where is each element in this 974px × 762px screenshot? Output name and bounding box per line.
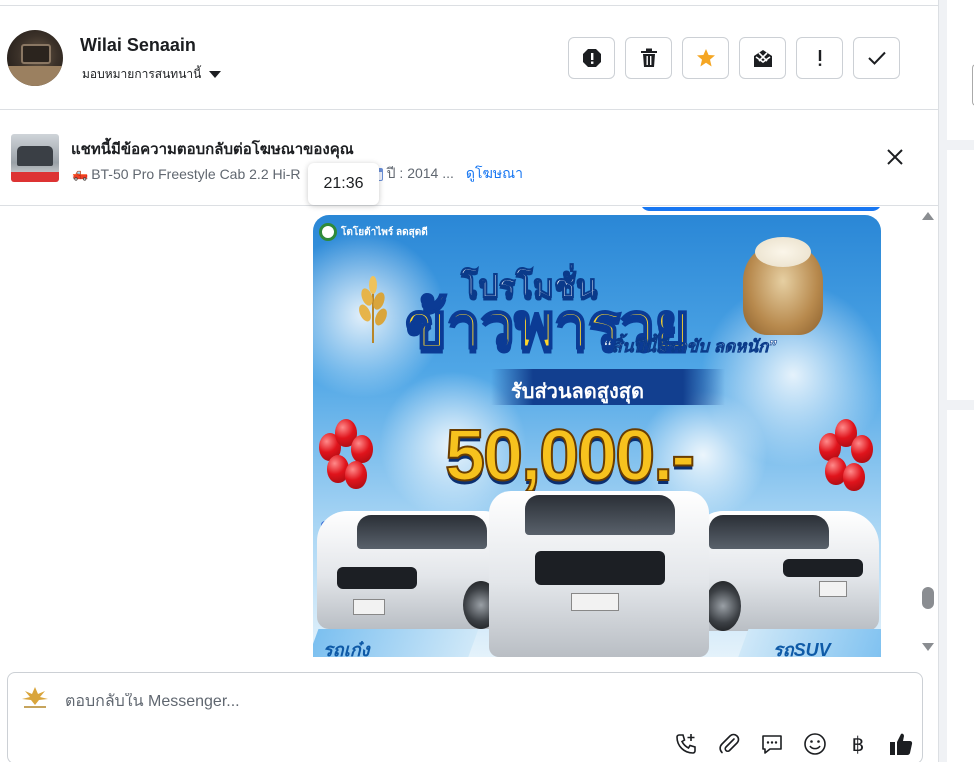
- thumbs-up-icon: [890, 733, 913, 755]
- star-icon: [696, 49, 715, 67]
- scroll-down-arrow[interactable]: [922, 643, 934, 651]
- composer-actions: ฿: [672, 730, 915, 758]
- spam-button[interactable]: [568, 37, 615, 79]
- reply-input[interactable]: [65, 693, 665, 711]
- assign-conversation-dropdown[interactable]: มอบหมายการสนทนานี้: [82, 65, 222, 84]
- envelope-x-icon: [753, 50, 772, 67]
- contact-info-card: [947, 0, 974, 140]
- inbox-app: Wilai Senaain มอบหมายการสนทนานี้ แชทนี้ม…: [0, 0, 974, 762]
- alert-octagon-icon: [582, 49, 601, 67]
- close-icon[interactable]: [884, 146, 906, 168]
- ad-thumbnail[interactable]: [11, 134, 59, 182]
- phone-plus-icon: [676, 734, 696, 754]
- attach-button[interactable]: [715, 730, 743, 758]
- message-time-tooltip: 21:36: [308, 163, 379, 205]
- message-composer: ฿: [7, 672, 923, 762]
- promo-discount-label: รับส่วนลดสูงสุด: [511, 381, 644, 403]
- caret-down-icon: [209, 71, 222, 78]
- emoji-button[interactable]: [801, 730, 829, 758]
- details-card: [947, 150, 974, 400]
- call-button[interactable]: [672, 730, 700, 758]
- avatar[interactable]: [7, 30, 63, 86]
- like-button[interactable]: [887, 730, 915, 758]
- notes-card: [947, 410, 974, 762]
- assign-label: มอบหมายการสนทนานี้: [82, 67, 202, 81]
- scroll-up-arrow[interactable]: [922, 212, 934, 220]
- saved-replies-button[interactable]: [758, 730, 786, 758]
- view-ad-link[interactable]: ดูโฆษณา: [466, 163, 523, 185]
- mark-unread-button[interactable]: [739, 37, 786, 79]
- ad-banner-title: แชทนี้มีข้อความตอบกลับต่อโฆษณาของคุณ: [71, 141, 354, 158]
- outgoing-message-bubble[interactable]: [640, 207, 882, 211]
- truck-icon: 🛻: [72, 166, 89, 181]
- ad-vehicle-name: BT-50 Pro Freestyle Cab 2.2 Hi-R: [91, 166, 301, 182]
- conversation-pane: Wilai Senaain มอบหมายการสนทนานี้ แชทนี้ม…: [0, 0, 938, 762]
- contact-name[interactable]: Wilai Senaain: [80, 35, 196, 56]
- saved-reply-icon: [762, 735, 782, 754]
- page-logo-icon: [22, 687, 48, 708]
- ad-year: ปี : 2014 ...: [386, 165, 454, 181]
- promo-brand: โตโยต้าไพร์ ลดสุดดี: [319, 223, 428, 241]
- scrollbar-thumb[interactable]: [922, 587, 934, 609]
- ad-details: 🛻 BT-50 Pro Freestyle Cab 2.2 Hi-R 2014 …: [72, 163, 523, 185]
- brand-logo-icon: [319, 223, 337, 241]
- ad-reply-banner: แชทนี้มีข้อความตอบกลับต่อโฆษณาของคุณ 🛻 B…: [0, 110, 938, 206]
- paperclip-icon: [719, 733, 740, 754]
- promo-amount: 50,000.-: [444, 415, 696, 497]
- mark-done-button[interactable]: [853, 37, 900, 79]
- mark-important-button[interactable]: [796, 37, 843, 79]
- conversation-toolbar: [568, 37, 900, 79]
- baht-icon: ฿: [851, 732, 865, 756]
- wheat-icon: [359, 276, 387, 343]
- promo-label-sedan: รถเก๋ง: [323, 640, 370, 657]
- promo-image-message[interactable]: โตโยต้าไพร์ ลดสุดดี โปรโมชั่น ข้าวพารวย …: [313, 215, 881, 657]
- right-side-panel: [938, 0, 974, 762]
- check-icon: [867, 51, 886, 65]
- trash-icon: [640, 48, 657, 67]
- promo-tagline: “สิ้นปีนี้มีรถขับ ลดหนัก”: [603, 337, 777, 357]
- exclamation-icon: [818, 50, 821, 66]
- promo-title: ข้าวพารวย: [404, 291, 691, 362]
- delete-button[interactable]: [625, 37, 672, 79]
- message-thread[interactable]: โตโยต้าไพร์ ลดสุดดี โปรโมชั่น ข้าวพารวย …: [0, 207, 938, 662]
- star-button[interactable]: [682, 37, 729, 79]
- payment-button[interactable]: ฿: [844, 730, 872, 758]
- emoji-icon: [804, 733, 826, 755]
- conversation-header: Wilai Senaain มอบหมายการสนทนานี้: [0, 6, 938, 110]
- promo-label-suv: รถSUV: [773, 640, 831, 657]
